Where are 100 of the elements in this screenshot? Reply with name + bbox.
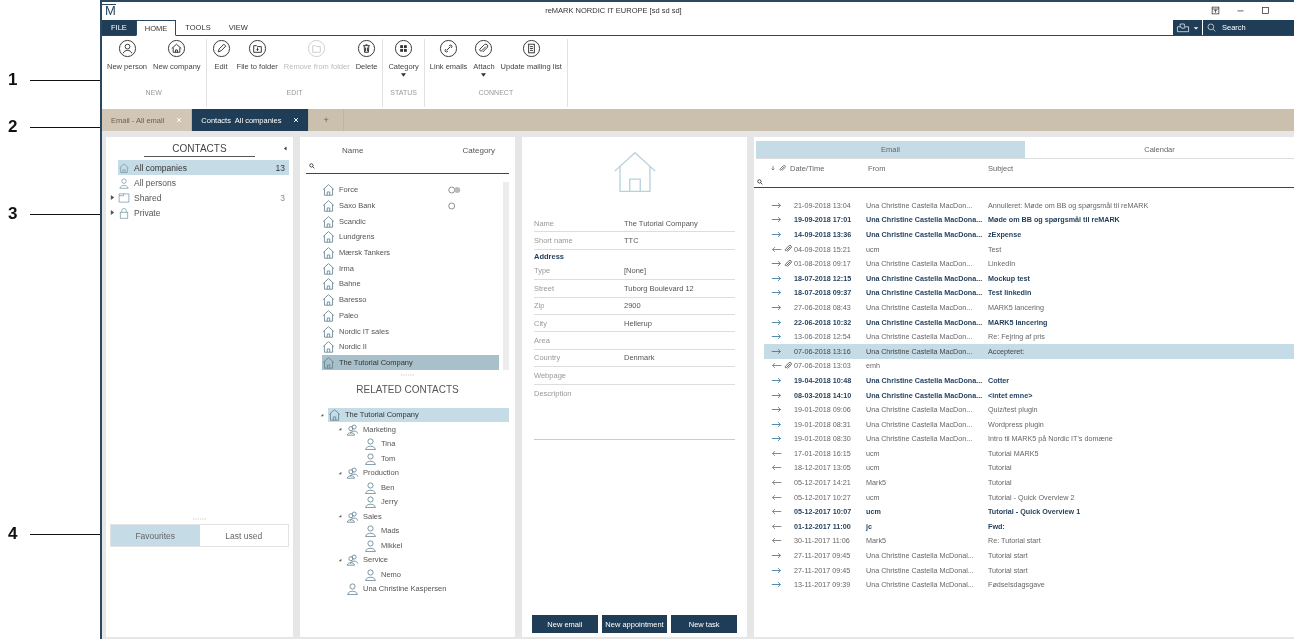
folder-icon [307, 39, 327, 58]
callout-number: 4 [7, 524, 19, 544]
right-arrow-icon [771, 260, 782, 268]
right-arrow-icon [771, 289, 782, 297]
contacts-tree-item[interactable]: All persons [118, 175, 289, 190]
house-icon [322, 246, 335, 260]
close-icon[interactable] [293, 117, 300, 123]
house-icon [322, 214, 335, 228]
folder-icon [247, 39, 267, 58]
search-icon [309, 163, 315, 169]
expand-arrow-icon[interactable] [338, 470, 342, 475]
person-icon [117, 39, 137, 58]
house-icon [612, 151, 657, 193]
trash-icon [357, 39, 377, 58]
collapse-icon[interactable] [284, 146, 287, 151]
house-icon [322, 199, 335, 213]
right-arrow-icon [771, 566, 782, 574]
people-icon [346, 422, 359, 436]
leader-line [30, 213, 100, 215]
right-arrow-icon [771, 435, 782, 443]
inbox-icon [1176, 22, 1190, 33]
house-icon [322, 183, 335, 197]
contacts-tree-item[interactable]: Shared 3 [118, 190, 289, 205]
lock-icon [118, 206, 130, 219]
house-icon [322, 261, 335, 275]
leader-line [30, 126, 100, 128]
callout-number: 2 [7, 117, 19, 137]
house-icon [322, 308, 335, 322]
right-arrow-icon [771, 391, 782, 399]
person-icon [364, 567, 377, 581]
person-icon [364, 437, 377, 450]
list-icon [521, 39, 541, 58]
right-arrow-icon [771, 303, 782, 311]
right-arrow-icon [771, 347, 782, 355]
expand-arrow-icon[interactable] [110, 195, 115, 200]
left-arrow-icon [771, 362, 782, 370]
left-arrow-icon [771, 493, 782, 501]
right-arrow-icon [771, 216, 782, 224]
search-field[interactable] [754, 177, 1294, 188]
house-icon [322, 230, 335, 244]
left-arrow-icon [771, 479, 782, 487]
column-header[interactable]: Category [462, 146, 509, 155]
left-arrow-icon [771, 522, 782, 530]
house-icon [118, 161, 130, 174]
house-icon [322, 340, 335, 354]
contacts-tree-item[interactable]: Private [118, 205, 289, 220]
grid-icon [394, 39, 414, 58]
right-arrow-icon [771, 201, 782, 209]
left-arrow-icon [771, 508, 782, 516]
expand-arrow-icon[interactable] [110, 210, 115, 215]
paperclip-icon[interactable] [779, 164, 786, 172]
right-arrow-icon [771, 231, 782, 238]
left-arrow-icon [771, 464, 782, 472]
expand-arrow-icon[interactable] [338, 557, 342, 562]
leader-line [30, 79, 100, 81]
link-icon [439, 39, 459, 58]
restore-icon[interactable] [1211, 5, 1220, 15]
expand-arrow-icon[interactable] [338, 427, 342, 431]
right-arrow-icon [771, 581, 782, 589]
right-arrow-icon [771, 333, 782, 341]
house-icon [322, 324, 335, 338]
house-icon [328, 408, 341, 421]
maximize-icon[interactable] [1261, 5, 1270, 15]
right-arrow-icon [771, 552, 782, 560]
search-icon [757, 179, 763, 185]
person-icon [346, 582, 359, 595]
right-arrow-icon [771, 274, 782, 282]
house-icon [322, 293, 335, 307]
person-icon [364, 495, 377, 508]
person-icon [364, 480, 377, 494]
left-arrow-icon [771, 449, 782, 457]
people-icon [346, 509, 359, 523]
expand-arrow-icon[interactable] [338, 514, 342, 518]
right-arrow-icon [771, 376, 782, 384]
paperclip-icon [474, 39, 494, 58]
people-icon [346, 466, 359, 479]
panel-tab[interactable]: Favourites [111, 525, 200, 546]
person-icon [364, 538, 377, 552]
callout-number: 1 [7, 70, 19, 90]
pencil-icon [211, 39, 231, 58]
inbox-button[interactable] [1173, 20, 1202, 35]
person-icon [364, 451, 377, 465]
left-arrow-icon [771, 245, 782, 253]
right-arrow-icon [771, 318, 782, 326]
person-icon [118, 176, 130, 189]
panel-title: CONTACTS [144, 143, 255, 157]
house-icon [167, 39, 187, 58]
column-header[interactable]: Name [342, 146, 463, 155]
folder-icon [118, 191, 130, 204]
house-icon [322, 355, 335, 369]
toggle-icon [448, 185, 461, 194]
expand-arrow-icon[interactable] [320, 412, 324, 417]
left-arrow-icon [771, 537, 782, 545]
sort-icon[interactable] [771, 165, 775, 171]
contacts-tree-item[interactable]: All companies 13 [118, 160, 289, 175]
right-arrow-icon [771, 420, 782, 428]
caret-icon [1193, 24, 1199, 31]
house-icon [322, 277, 335, 291]
app-logo: M [102, 3, 116, 17]
search-icon [1207, 23, 1216, 32]
